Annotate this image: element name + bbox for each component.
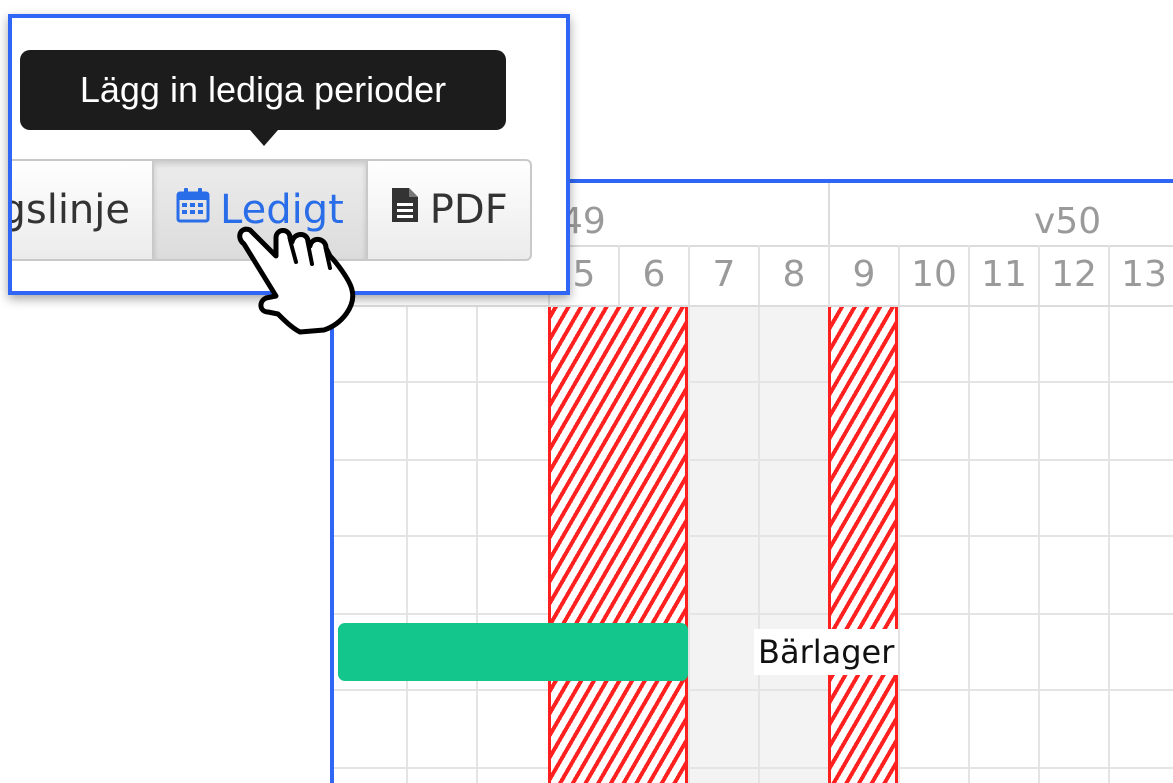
grid-hline bbox=[334, 767, 1173, 769]
grid-hline bbox=[334, 381, 1173, 383]
grid-hline bbox=[334, 459, 1173, 461]
day-cell: 10 bbox=[898, 245, 968, 305]
task-bar[interactable] bbox=[338, 623, 688, 681]
grid-vline bbox=[406, 307, 408, 783]
pdf-button[interactable]: PDF bbox=[368, 161, 530, 259]
holiday-period bbox=[548, 307, 688, 783]
file-icon bbox=[390, 186, 420, 234]
day-cell: 9 bbox=[828, 245, 898, 305]
grid-vline bbox=[476, 307, 478, 783]
grid-vline bbox=[1038, 307, 1040, 783]
holiday-period bbox=[828, 307, 898, 783]
day-cell: 13 bbox=[1108, 245, 1173, 305]
week-divider bbox=[828, 183, 830, 245]
grid-hline bbox=[334, 613, 1173, 615]
grid-vline bbox=[1108, 307, 1110, 783]
timeline-button-label: gslinje bbox=[8, 187, 130, 233]
day-cell: 6 bbox=[618, 245, 688, 305]
task-label: Bärlager bbox=[754, 629, 899, 675]
timeline-button[interactable]: gslinje bbox=[8, 161, 154, 259]
hand-pointer-icon bbox=[237, 226, 356, 335]
tooltip-arrow bbox=[250, 130, 278, 146]
grid-hline bbox=[334, 535, 1173, 537]
grid-vline bbox=[968, 307, 970, 783]
grid-vline bbox=[898, 307, 900, 783]
week-label-v50: v50 bbox=[1034, 201, 1102, 242]
gantt-grid: Bärlager bbox=[334, 307, 1173, 783]
grid-vline bbox=[688, 307, 690, 783]
tooltip: Lägg in lediga perioder bbox=[20, 50, 506, 130]
calendar-icon bbox=[176, 187, 210, 233]
day-cell: 8 bbox=[758, 245, 828, 305]
day-cell: 12 bbox=[1038, 245, 1108, 305]
grid-hline bbox=[334, 689, 1173, 691]
grid-vline bbox=[758, 307, 760, 783]
day-cell: 11 bbox=[968, 245, 1038, 305]
day-cell: 7 bbox=[688, 245, 758, 305]
pdf-button-label: PDF bbox=[429, 187, 508, 233]
